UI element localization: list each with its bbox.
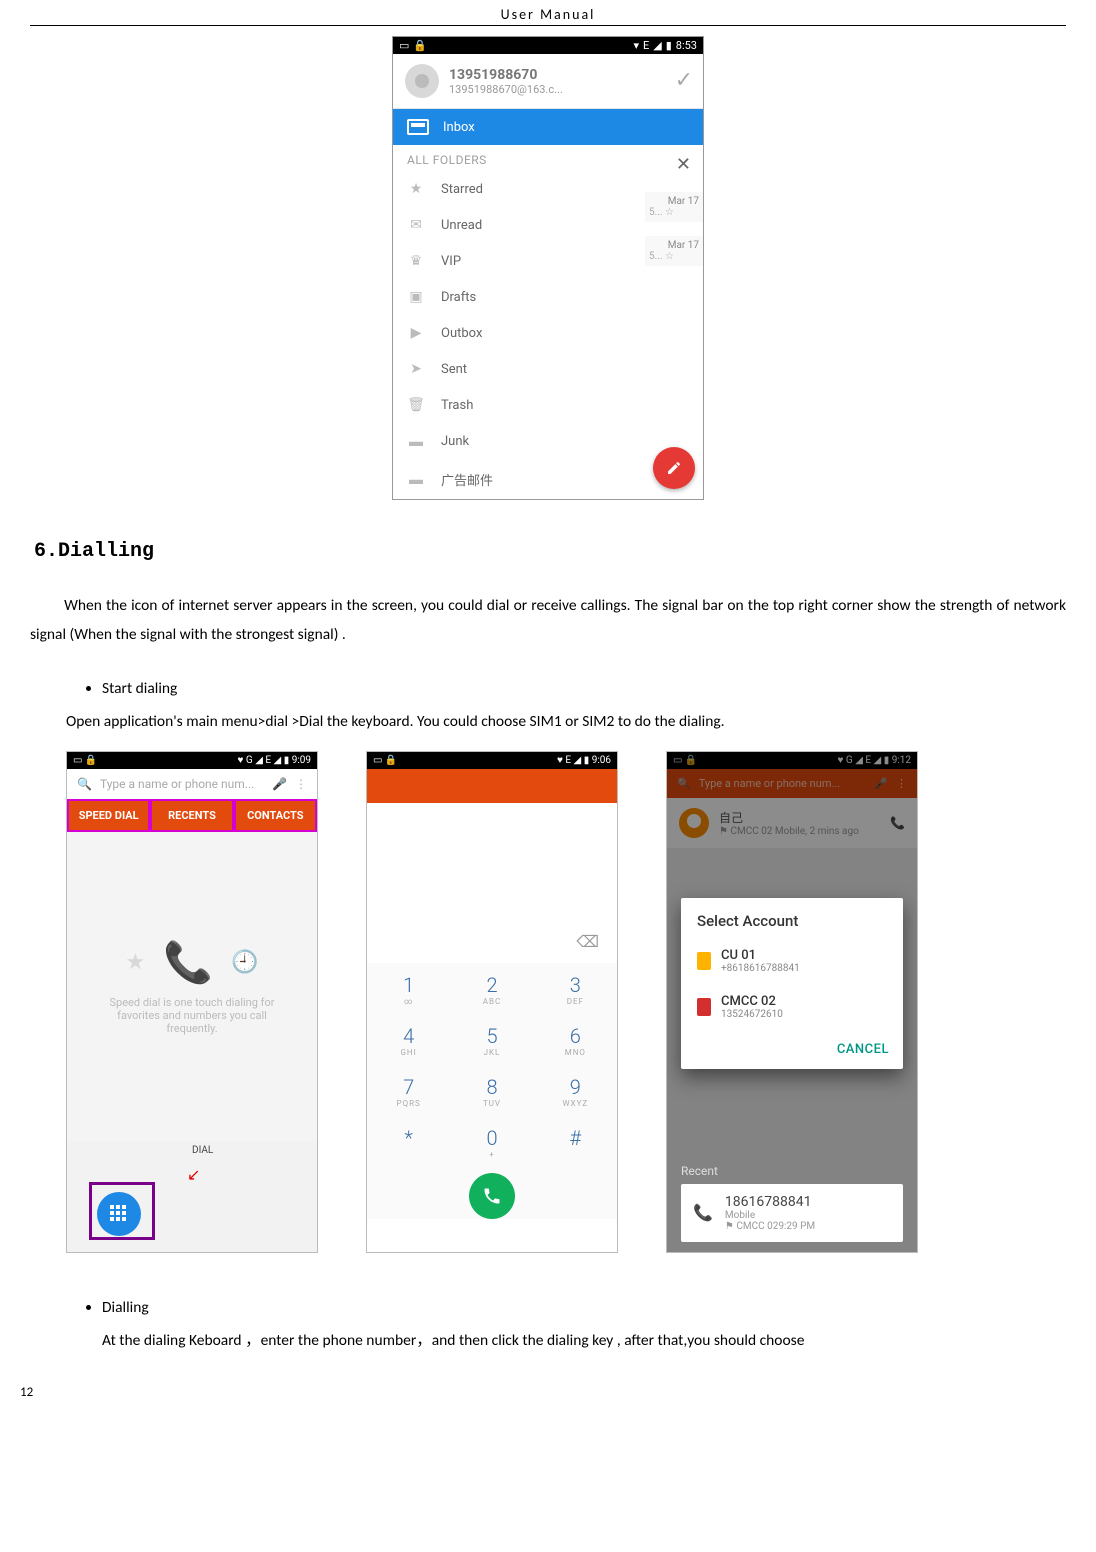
status-bar: ▭ 🔒 ♥ G ◢ E ◢ ▮ 9:09 <box>67 752 317 769</box>
inbox-folder[interactable]: Inbox <box>393 109 703 145</box>
overflow-icon[interactable]: ⋮ <box>295 777 307 791</box>
avatar-icon <box>405 64 439 98</box>
wifi-icon: ▾ <box>633 39 639 52</box>
dialog-title: Select Account <box>681 898 903 938</box>
crown-icon: ♛ <box>407 253 425 269</box>
folder-icon: ▬ <box>407 471 425 488</box>
check-icon: ✓ <box>675 68 693 93</box>
inbox-icon <box>407 119 429 135</box>
dial-annotation-label: DIAL <box>192 1145 213 1156</box>
key-0[interactable]: 0+ <box>450 1116 533 1167</box>
mic-icon[interactable]: 🎤 <box>272 777 287 791</box>
sim-icon <box>697 998 711 1016</box>
close-icon[interactable]: ✕ <box>676 154 691 175</box>
dialer-shot-keypad: ▭ 🔒 ♥ E ◢ ▮ 9:06 ⌫ 1∞ 2ABC 3DEF 4GHI 5JK… <box>366 751 618 1253</box>
compose-fab[interactable] <box>653 447 695 489</box>
dialer-shot-select-account: ▭ 🔒 ♥ G ◢ E ◢ ▮ 9:12 🔍 Type a name or ph… <box>666 751 918 1253</box>
phone-icon <box>482 1186 502 1206</box>
tab-contacts[interactable]: CONTACTS <box>234 799 317 832</box>
key-7[interactable]: 7PQRS <box>367 1065 450 1116</box>
bullet-list-1: Start dialing <box>30 674 1066 703</box>
tab-speed-dial[interactable]: SPEED DIAL <box>67 799 150 832</box>
mail-peek-1: Mar 17 5... ☆ <box>645 192 703 222</box>
phone-icon: 📞 <box>163 939 213 986</box>
key-8[interactable]: 8TUV <box>450 1065 533 1116</box>
email-screenshot: ▭ 🔒 ▾ E ◢ ▮ 8:53 ✕ Mar 17 5... ☆ Mar 17 … <box>392 36 704 500</box>
key-3[interactable]: 3DEF <box>534 963 617 1014</box>
dialpad-fab[interactable] <box>97 1192 141 1236</box>
recent-label: Recent <box>681 1164 903 1178</box>
sent-icon: ➤ <box>407 361 425 377</box>
key-9[interactable]: 9WXYZ <box>534 1065 617 1116</box>
account-header[interactable]: 13951988670 13951988670@163.c... ✓ <box>393 54 703 109</box>
recent-call-row[interactable]: 📞 18616788841 Mobile ⚑ CMCC 029:29 PM <box>681 1184 903 1242</box>
search-placeholder: Type a name or phone num... <box>100 777 254 791</box>
status-bar: ▭ 🔒 ♥ E ◢ ▮ 9:06 <box>367 752 617 769</box>
sim-option-1[interactable]: CU 01 +8618616788841 <box>681 938 903 984</box>
phone-icon: 📞 <box>693 1203 713 1222</box>
sim-option-2[interactable]: CMCC 02 13524672610 <box>681 984 903 1030</box>
inbox-label: Inbox <box>443 120 475 135</box>
key-5[interactable]: 5JKL <box>450 1014 533 1065</box>
key-2[interactable]: 2ABC <box>450 963 533 1014</box>
folder-trash[interactable]: 🗑Trash <box>393 387 703 423</box>
speed-dial-empty: ★ 📞 🕘 Speed dial is one touch dialing fo… <box>67 832 317 1142</box>
search-icon: 🔍 <box>77 777 92 791</box>
sim-icon <box>697 952 711 970</box>
dialer-screenshots-row: ▭ 🔒 ♥ G ◢ E ◢ ▮ 9:09 🔍 Type a name or ph… <box>66 751 1066 1253</box>
status-time: 8:53 <box>676 39 697 52</box>
drafts-icon: ▣ <box>407 289 425 305</box>
outbox-icon: ▶ <box>407 325 425 341</box>
tab-recents[interactable]: RECENTS <box>150 799 233 832</box>
number-display: ⌫ <box>367 803 617 963</box>
folder-outbox[interactable]: ▶Outbox <box>393 315 703 351</box>
dialer-action-bar <box>367 769 617 803</box>
screenshot-icon: ▭ <box>399 39 409 52</box>
pencil-icon <box>666 460 682 476</box>
dialer-tabs: SPEED DIAL RECENTS CONTACTS <box>67 799 317 832</box>
key-6[interactable]: 6MNO <box>534 1014 617 1065</box>
mail-peek-2: Mar 17 5... ☆ <box>645 236 703 266</box>
dial-keypad: 1∞ 2ABC 3DEF 4GHI 5JKL 6MNO 7PQRS 8TUV 9… <box>367 963 617 1219</box>
key-4[interactable]: 4GHI <box>367 1014 450 1065</box>
status-bar: ▭ 🔒 ▾ E ◢ ▮ 8:53 <box>393 37 703 54</box>
folder-drafts[interactable]: ▣Drafts <box>393 279 703 315</box>
all-folders-label: ALL FOLDERS <box>393 145 703 171</box>
call-button[interactable] <box>469 1173 515 1219</box>
star-icon: ★ <box>407 181 425 197</box>
section-para-1: When the icon of internet server appears… <box>30 591 1066 650</box>
dialpad-icon <box>110 1205 128 1223</box>
battery-icon: ▮ <box>666 39 672 52</box>
doc-header: User Manual <box>30 0 1066 25</box>
key-hash[interactable]: # <box>534 1116 617 1167</box>
key-1[interactable]: 1∞ <box>367 963 450 1014</box>
clock-icon: 🕘 <box>231 950 258 975</box>
account-email: 13951988670@163.c... <box>449 83 563 96</box>
page-number: 12 <box>20 1385 33 1400</box>
key-star[interactable]: * <box>367 1116 450 1167</box>
net-icon: E <box>643 39 649 52</box>
select-account-dialog: Select Account CU 01 +8618616788841 CMCC… <box>681 898 903 1069</box>
folder-sent[interactable]: ➤Sent <box>393 351 703 387</box>
star-icon: ★ <box>126 950 146 975</box>
recent-section: Recent 📞 18616788841 Mobile ⚑ CMCC 029:2… <box>667 1154 917 1252</box>
cancel-button[interactable]: CANCEL <box>837 1042 889 1057</box>
dial-annotation-arrow: ↙ <box>187 1165 200 1184</box>
dialling-desc: At the dialing Keboard ，enter the phone … <box>102 1326 1066 1355</box>
section-heading: 6.Dialling <box>34 540 1066 563</box>
mail-icon: ✉ <box>407 217 425 233</box>
signal-icon: ◢ <box>653 39 661 52</box>
lock-icon: 🔒 <box>413 39 427 52</box>
search-bar[interactable]: 🔍 Type a name or phone num... 🎤 ⋮ <box>67 769 317 799</box>
dialer-shot-speed-dial: ▭ 🔒 ♥ G ◢ E ◢ ▮ 9:09 🔍 Type a name or ph… <box>66 751 318 1253</box>
trash-icon: 🗑 <box>407 397 425 413</box>
header-rule <box>30 25 1066 26</box>
start-dialing-desc: Open application's main menu>dial >Dial … <box>66 707 1066 736</box>
bullet-start-dialing: Start dialing <box>102 674 1066 703</box>
backspace-icon[interactable]: ⌫ <box>576 932 599 951</box>
bullet-dialling: Dialling <box>102 1293 1066 1322</box>
account-number: 13951988670 <box>449 67 563 83</box>
junk-icon: ▬ <box>407 433 425 450</box>
bullet-list-2: Dialling <box>30 1293 1066 1322</box>
